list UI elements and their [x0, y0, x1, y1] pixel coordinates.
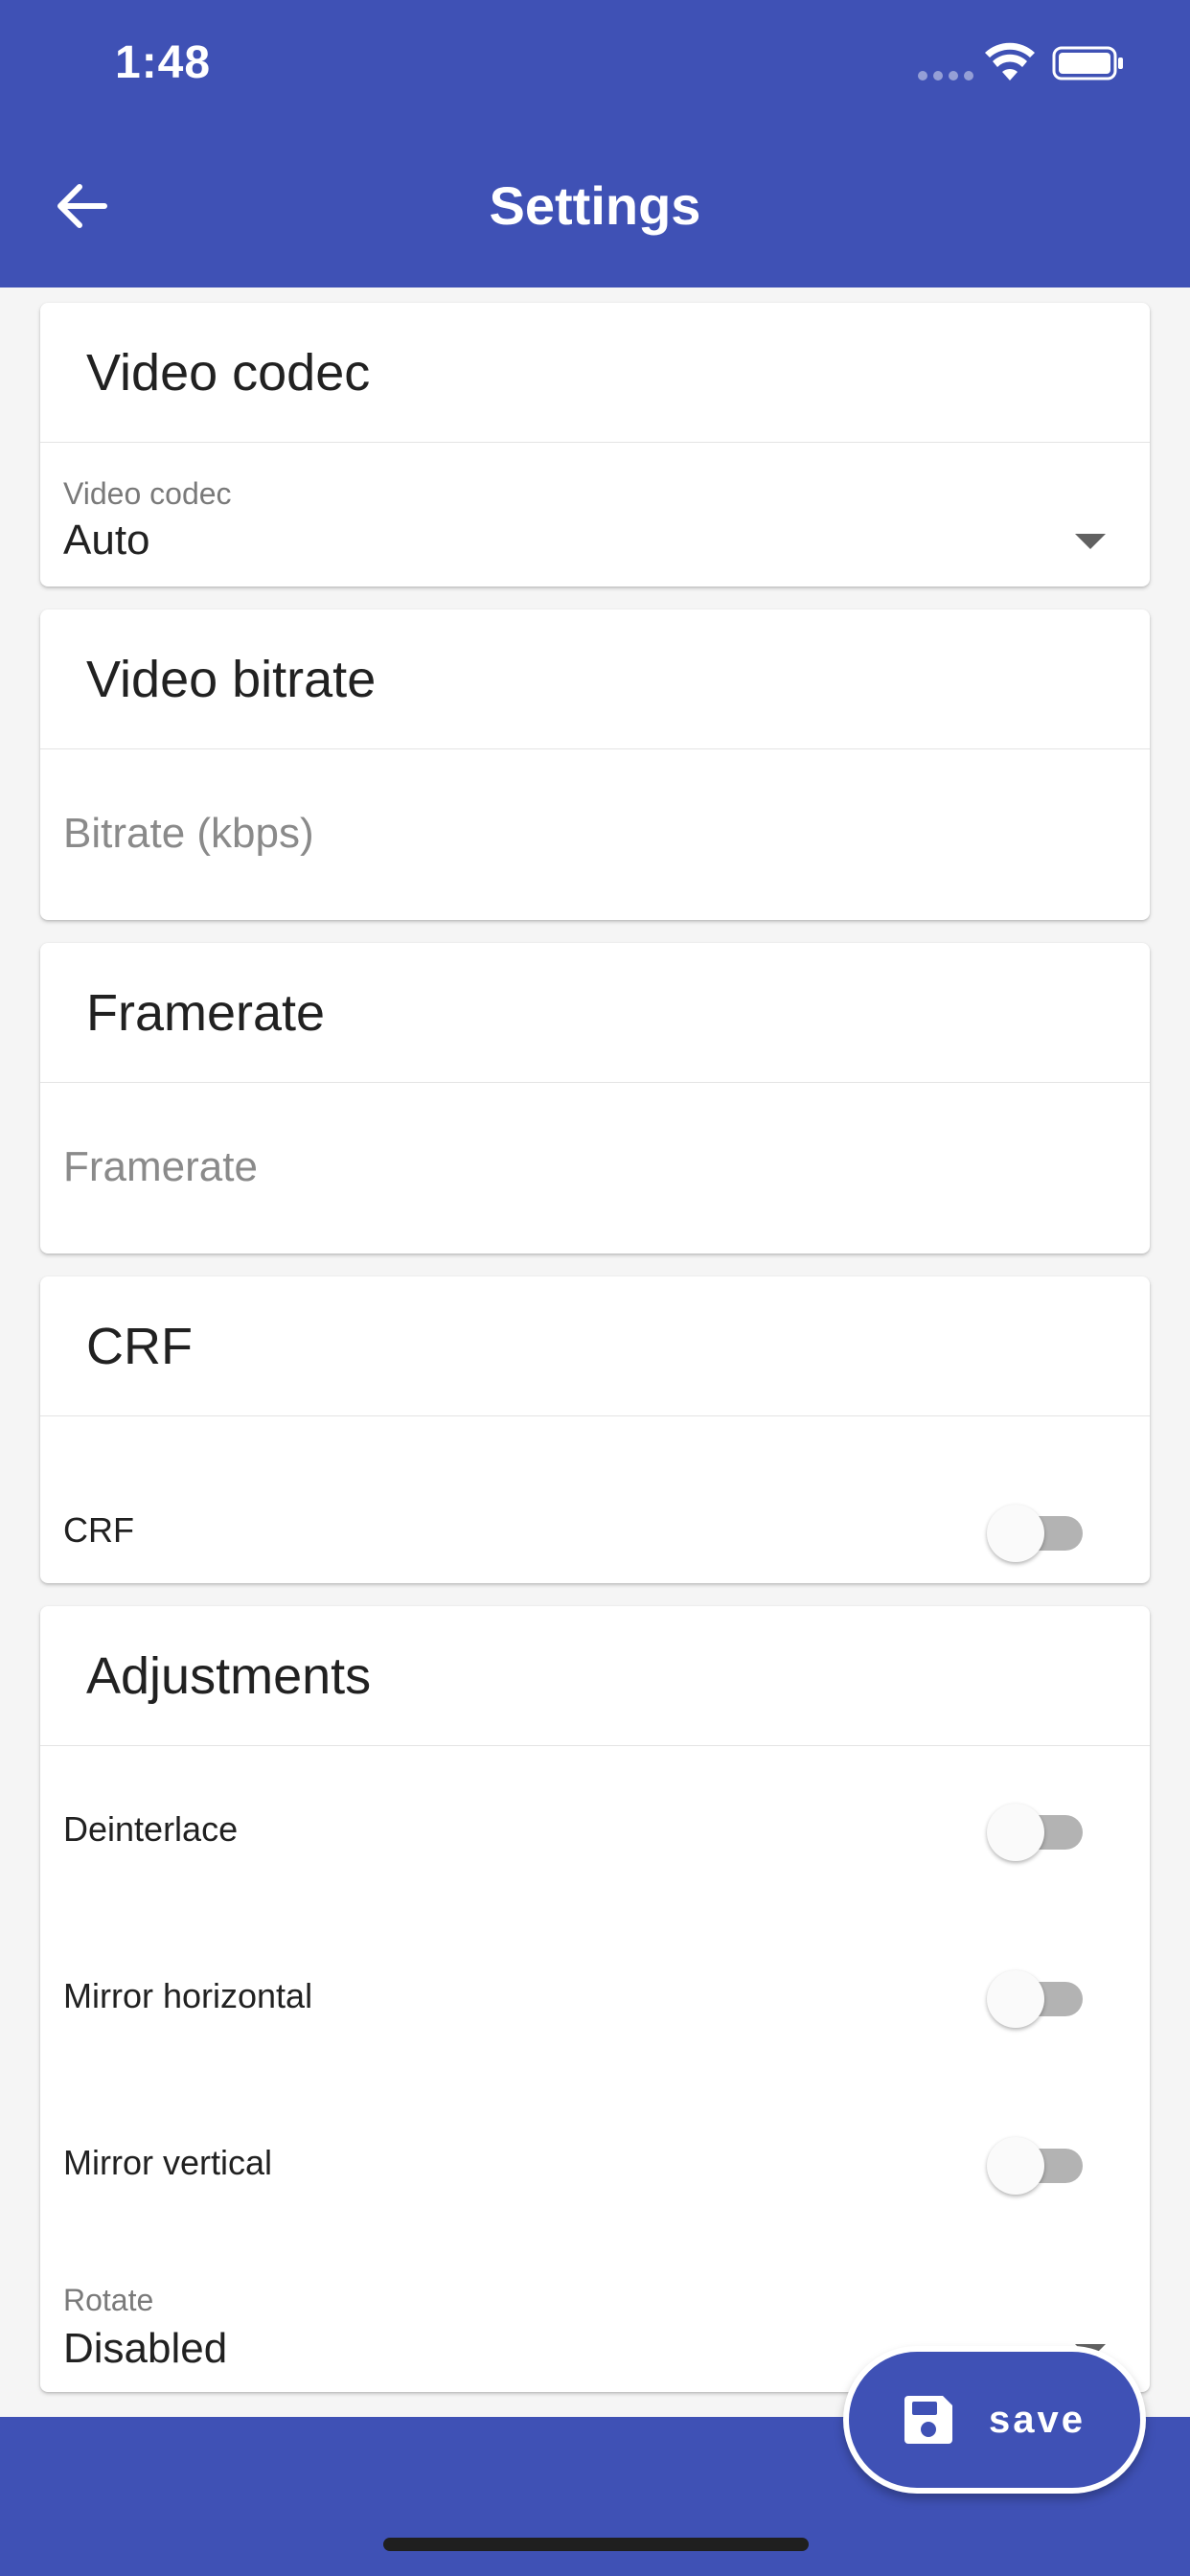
caret-down-icon: [1075, 534, 1106, 549]
crf-card: CRF CRF: [40, 1276, 1150, 1583]
save-button[interactable]: save: [843, 2346, 1146, 2494]
bitrate-input[interactable]: Bitrate (kbps): [40, 750, 1150, 920]
mirror-vertical-toggle[interactable]: [987, 2135, 1092, 2195]
home-indicator: [383, 2538, 809, 2551]
page-title: Settings: [489, 175, 701, 236]
mirror-horizontal-toggle[interactable]: [987, 1968, 1092, 2028]
card-title: Framerate: [40, 943, 1150, 1083]
deinterlace-toggle[interactable]: [987, 1802, 1092, 1861]
mirror-horizontal-label: Mirror horizontal: [63, 1976, 313, 2015]
card-title: Video bitrate: [40, 610, 1150, 749]
video-bitrate-card: Video bitrate Bitrate (kbps): [40, 610, 1150, 920]
wifi-icon: [985, 42, 1035, 80]
video-codec-select[interactable]: Video codec Auto: [40, 444, 1150, 586]
app-bar: 1:48 Settings: [0, 0, 1190, 288]
card-title: Adjustments: [40, 1606, 1150, 1746]
save-label: save: [989, 2398, 1086, 2441]
framerate-input[interactable]: Framerate: [40, 1084, 1150, 1254]
settings-screen: 1:48 Settings Video codec Video codec Au…: [0, 0, 1190, 2576]
crf-label: CRF: [63, 1510, 134, 1550]
status-time: 1:48: [115, 37, 212, 88]
framerate-card: Framerate Framerate: [40, 943, 1150, 1254]
battery-icon: [1052, 46, 1123, 80]
selected-value: Disabled: [63, 2325, 228, 2372]
bitrate-placeholder: Bitrate (kbps): [63, 810, 314, 857]
field-label: Video codec: [63, 476, 232, 511]
crf-toggle[interactable]: [987, 1503, 1092, 1562]
cellular-signal-icon: [918, 71, 973, 80]
adjustments-card: Adjustments Deinterlace Mirror horizonta…: [40, 1606, 1150, 2392]
framerate-placeholder: Framerate: [63, 1143, 258, 1190]
video-codec-card: Video codec Video codec Auto: [40, 303, 1150, 586]
selected-value: Auto: [63, 517, 150, 564]
card-title: Video codec: [40, 303, 1150, 443]
floppy-disk-icon: [904, 2396, 952, 2444]
deinterlace-label: Deinterlace: [63, 1809, 239, 1849]
mirror-vertical-label: Mirror vertical: [63, 2143, 273, 2182]
card-title: CRF: [40, 1276, 1150, 1416]
field-label: Rotate: [63, 2283, 154, 2317]
